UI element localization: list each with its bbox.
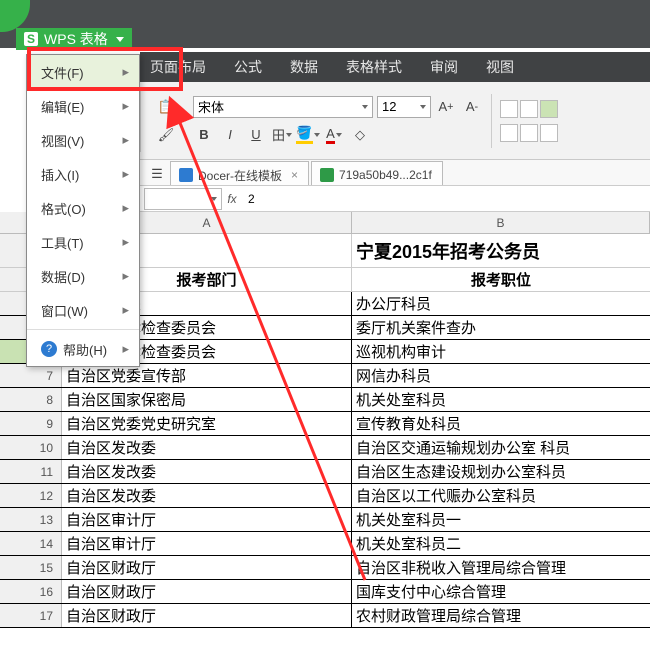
cell[interactable]: 网信办科员 [352, 364, 650, 387]
cell[interactable]: 机关处室科员一 [352, 508, 650, 531]
row-header[interactable]: 16 [0, 580, 62, 603]
cell[interactable]: 自治区财政厅 [62, 556, 352, 579]
italic-button[interactable]: I [219, 124, 241, 146]
cell[interactable]: 委厅机关案件查办 [352, 316, 650, 339]
cell[interactable]: 国库支付中心综合管理 [352, 580, 650, 603]
row-header[interactable]: 12 [0, 484, 62, 507]
tab-workbook[interactable]: 719a50b49...2c1f [311, 161, 443, 185]
menu-item-4[interactable]: 格式(O)▸ [27, 191, 139, 225]
row-header[interactable]: 10 [0, 436, 62, 459]
file-dropdown-menu: 文件(F)▸编辑(E)▸视图(V)▸插入(I)▸格式(O)▸工具(T)▸数据(D… [26, 54, 140, 367]
menu-item-1[interactable]: 编辑(E)▸ [27, 89, 139, 123]
cell[interactable]: 自治区财政厅 [62, 604, 352, 627]
cell[interactable]: 自治区审计厅 [62, 508, 352, 531]
cell[interactable]: 自治区生态建设规划办公室科员 [352, 460, 650, 483]
cell[interactable]: 宣传教育处科员 [352, 412, 650, 435]
bold-button[interactable]: B [193, 124, 215, 146]
fill-color-button[interactable]: 🪣 [297, 124, 319, 146]
tab-data[interactable]: 数据 [290, 57, 318, 77]
wps-s-icon: S [24, 32, 38, 46]
row-header[interactable]: 14 [0, 532, 62, 555]
app-title-dropdown[interactable]: S WPS 表格 [16, 28, 132, 50]
caret-down-icon [116, 37, 124, 42]
caret-down-icon [211, 197, 217, 201]
cell[interactable]: 自治区以工代赈办公室科员 [352, 484, 650, 507]
cell[interactable]: 自治区发改委 [62, 460, 352, 483]
formula-bar: fx 2 [140, 186, 650, 212]
fx-icon[interactable]: fx [222, 192, 242, 206]
menu-tabs: 页面布局 公式 数据 表格样式 审阅 视图 [140, 52, 650, 82]
tab-page-layout[interactable]: 页面布局 [150, 57, 206, 77]
cell[interactable]: 巡视机构审计 [352, 340, 650, 363]
tabs-nav-button[interactable]: ☰ [146, 163, 168, 185]
tab-formula[interactable]: 公式 [234, 57, 262, 77]
font-select[interactable]: 宋体 [193, 96, 373, 118]
tab-view[interactable]: 视图 [486, 57, 514, 77]
row-header[interactable]: 7 [0, 364, 62, 387]
menu-item-7[interactable]: 窗口(W)▸ [27, 293, 139, 327]
menu-item-3[interactable]: 插入(I)▸ [27, 157, 139, 191]
row-header[interactable]: 15 [0, 556, 62, 579]
tab-table-style[interactable]: 表格样式 [346, 57, 402, 77]
row-header[interactable]: 9 [0, 412, 62, 435]
cell[interactable]: 宁夏2015年招考公务员 [352, 234, 650, 267]
spreadsheet-icon [320, 168, 334, 182]
clear-format-button[interactable]: ◇ [349, 124, 371, 146]
document-tabs: ☰ Docer-在线模板 × 719a50b49...2c1f [140, 160, 650, 186]
align-top-right-button[interactable] [540, 100, 558, 118]
borders-button[interactable]: 田 [271, 124, 293, 146]
align-top-center-button[interactable] [520, 100, 538, 118]
paste-icon[interactable]: 📋 [155, 96, 177, 118]
row-header[interactable]: 13 [0, 508, 62, 531]
cell[interactable]: 农村财政管理局综合管理 [352, 604, 650, 627]
tab-review[interactable]: 审阅 [430, 57, 458, 77]
ribbon: 📋 🖌 宋体 12 A+ A- B I U 田 🪣 A ◇ [140, 82, 650, 160]
font-size-select[interactable]: 12 [377, 96, 431, 118]
cell[interactable]: 自治区党委宣传部 [62, 364, 352, 387]
cell[interactable]: 自治区发改委 [62, 484, 352, 507]
cell[interactable]: 办公厅科员 [352, 292, 650, 315]
cell[interactable]: 机关处室科员 [352, 388, 650, 411]
col-header-B[interactable]: B [352, 212, 650, 233]
caret-down-icon [420, 105, 426, 109]
align-bottom-left-button[interactable] [500, 124, 518, 142]
close-icon[interactable]: × [291, 168, 298, 182]
caret-down-icon [362, 105, 368, 109]
cell[interactable]: 自治区审计厅 [62, 532, 352, 555]
menu-item-8[interactable]: ?帮助(H)▸ [27, 332, 139, 366]
cell[interactable]: 机关处室科员二 [352, 532, 650, 555]
docer-icon [179, 168, 193, 182]
align-bottom-center-button[interactable] [520, 124, 538, 142]
row-header[interactable]: 17 [0, 604, 62, 627]
menu-item-6[interactable]: 数据(D)▸ [27, 259, 139, 293]
name-box[interactable] [144, 188, 222, 210]
shrink-font-button[interactable]: A- [461, 96, 483, 118]
format-painter-icon[interactable]: 🖌 [155, 124, 177, 146]
formula-value[interactable]: 2 [242, 192, 650, 206]
cell[interactable]: 自治区国家保密局 [62, 388, 352, 411]
menu-item-5[interactable]: 工具(T)▸ [27, 225, 139, 259]
cell[interactable]: 自治区发改委 [62, 436, 352, 459]
cell[interactable]: 报考职位 [352, 268, 650, 291]
align-top-left-button[interactable] [500, 100, 518, 118]
row-header[interactable]: 8 [0, 388, 62, 411]
tab-docer[interactable]: Docer-在线模板 × [170, 161, 309, 185]
cell[interactable]: 自治区财政厅 [62, 580, 352, 603]
cell[interactable]: 自治区非税收入管理局综合管理 [352, 556, 650, 579]
help-icon: ? [41, 341, 57, 357]
menu-item-2[interactable]: 视图(V)▸ [27, 123, 139, 157]
row-header[interactable]: 11 [0, 460, 62, 483]
font-color-button[interactable]: A [323, 124, 345, 146]
grow-font-button[interactable]: A+ [435, 96, 457, 118]
underline-button[interactable]: U [245, 124, 267, 146]
app-title-text: WPS 表格 [44, 29, 108, 49]
menu-item-0[interactable]: 文件(F)▸ [27, 55, 139, 89]
align-bottom-right-button[interactable] [540, 124, 558, 142]
cell[interactable]: 自治区交通运输规划办公室 科员 [352, 436, 650, 459]
cell[interactable]: 自治区党委党史研究室 [62, 412, 352, 435]
